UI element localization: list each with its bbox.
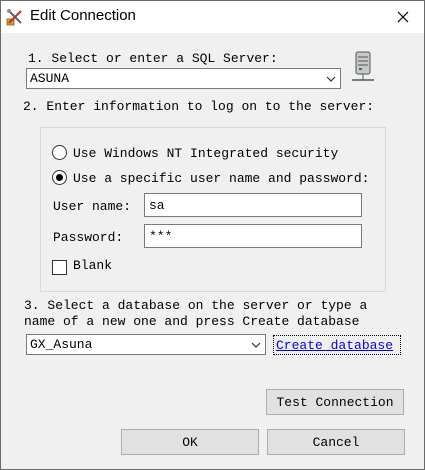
cancel-button[interactable]: Cancel <box>267 429 405 455</box>
step3-label-line2: name of a new one and press Create datab… <box>24 314 360 329</box>
close-icon <box>397 11 409 23</box>
chevron-down-icon <box>251 342 261 348</box>
step2-label: 2. Enter information to log on to the se… <box>23 99 375 114</box>
edit-connection-dialog: Edit Connection 1. Select or enter a SQL… <box>0 0 425 470</box>
ok-button[interactable]: OK <box>121 429 259 455</box>
server-icon[interactable] <box>350 51 376 85</box>
password-field[interactable]: *** <box>144 224 362 248</box>
specific-user-radio[interactable] <box>52 170 67 185</box>
windows-nt-radio[interactable] <box>52 145 67 160</box>
window-title: Edit Connection <box>30 7 136 24</box>
database-value: GX_Asuna <box>30 337 93 352</box>
test-connection-button[interactable]: Test Connection <box>266 389 404 415</box>
password-label: Password: <box>53 230 124 245</box>
windows-nt-label: Use Windows NT Integrated security <box>73 146 339 161</box>
title-bar: Edit Connection <box>1 1 424 33</box>
chevron-down-icon <box>326 76 336 82</box>
username-field[interactable]: sa <box>144 193 362 217</box>
tools-icon <box>6 9 22 26</box>
username-label: User name: <box>53 199 132 214</box>
username-value: sa <box>149 198 165 213</box>
close-button[interactable] <box>387 4 419 30</box>
step3-label-line1: 3. Select a database on the server or ty… <box>24 298 368 313</box>
step1-label: 1. Select or enter a SQL Server: <box>28 51 278 66</box>
password-value: *** <box>149 229 173 244</box>
server-combobox[interactable]: ASUNA <box>26 68 341 89</box>
blank-checkbox[interactable] <box>52 260 67 275</box>
database-combobox[interactable]: GX_Asuna <box>26 334 266 355</box>
blank-label: Blank <box>73 258 113 273</box>
create-database-link[interactable]: Create database <box>276 338 393 353</box>
server-value: ASUNA <box>30 71 70 86</box>
specific-user-label: Use a specific user name and password: <box>73 171 370 186</box>
